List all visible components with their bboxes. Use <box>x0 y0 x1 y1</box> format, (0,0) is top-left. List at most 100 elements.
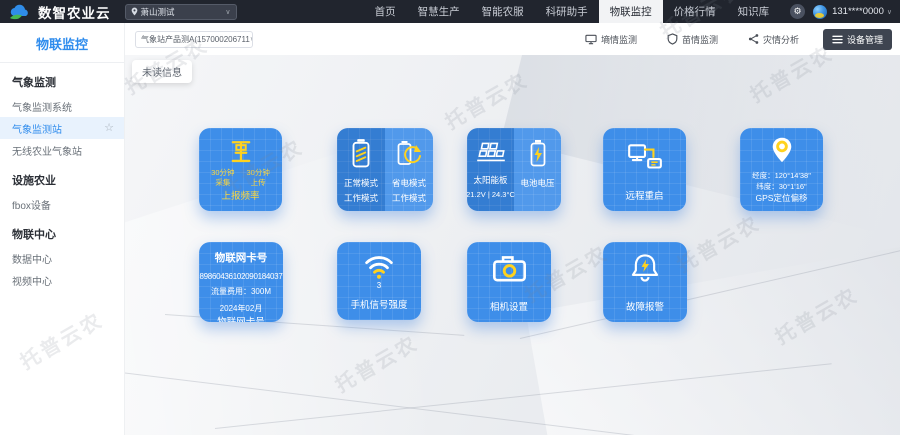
card-title: 故障报警 <box>626 299 664 313</box>
card-title: 手机信号强度 <box>350 297 407 311</box>
card-report-frequency[interactable]: 30分钟 采集 30分钟 上传 上报频率 <box>199 128 282 211</box>
mode-sub: 工作模式 <box>344 192 378 204</box>
app-title: 数智农业云 <box>38 2 111 22</box>
battery-voltage-label: 电池电压 <box>520 177 554 189</box>
upload-interval-value: 30分钟 <box>247 168 270 178</box>
solar-panel-value: 21.2V | 24.3°C <box>467 190 515 199</box>
card-gps-location[interactable]: 经度：120°14'38" 纬度：30°1'16" GPS定位偏移 <box>740 128 823 211</box>
device-management-button[interactable]: 设备管理 <box>823 29 892 50</box>
user-avatar[interactable] <box>813 5 827 19</box>
sidebar-title: 物联监控 <box>0 34 124 53</box>
seedling-monitoring-button[interactable]: 苗情监测 <box>661 30 724 49</box>
brand-logo-cloud-icon <box>8 3 32 20</box>
sidebar-item-data-center[interactable]: 数据中心 <box>0 247 124 269</box>
background-floor-line <box>125 370 641 435</box>
location-pin-icon <box>770 136 794 165</box>
battery-voltage-section[interactable]: 电池电压 <box>514 128 561 211</box>
soil-moisture-monitoring-button[interactable]: 墒情监测 <box>579 30 643 49</box>
card-title: 远程重启 <box>625 188 663 202</box>
monitor-icon <box>585 34 597 45</box>
mode-name: 省电模式 <box>392 177 426 189</box>
chevron-down-icon: ∨ <box>225 8 230 16</box>
sidebar-item-weather-station[interactable]: 气象监测站 ☆ <box>0 117 124 139</box>
user-menu-chevron-down-icon[interactable]: ∨ <box>887 8 892 16</box>
device-select[interactable]: 气象站产品测A(157000206711 ∨ <box>135 31 253 48</box>
share-analysis-icon <box>748 33 759 45</box>
sidebar-item-video-center[interactable]: 视频中心 <box>0 269 124 291</box>
solar-panel-section[interactable]: 太阳能板 21.2V | 24.3°C <box>467 128 514 211</box>
shield-icon <box>667 33 678 45</box>
battery-bolt-icon <box>529 138 547 168</box>
report-frequency-values: 30分钟 采集 30分钟 上传 <box>211 168 270 188</box>
sidebar-section-iot-center: 物联中心 <box>0 215 124 247</box>
nav-item-home[interactable]: 首页 <box>364 0 407 23</box>
battery-icon <box>350 138 372 168</box>
nav-item-research-assistant[interactable]: 科研助手 <box>535 0 599 23</box>
background-floor-line <box>215 363 832 429</box>
nav-item-iot-monitoring[interactable]: 物联监控 <box>599 0 663 23</box>
mode-name: 正常模式 <box>344 177 378 189</box>
sidebar-item-weather-system[interactable]: 气象监测系统 <box>0 95 124 117</box>
remote-computers-icon <box>626 142 664 174</box>
gear-icon: ⚙ <box>794 7 802 16</box>
nav-item-knowledge-base[interactable]: 知识库 <box>727 0 781 23</box>
settings-button[interactable]: ⚙ <box>790 4 805 19</box>
sidebar: 物联监控 气象监测 气象监测系统 气象监测站 ☆ 无线农业气象站 设施农业 fb… <box>0 23 125 435</box>
latitude-value: 纬度：30°1'16" <box>752 181 811 192</box>
nav-item-price-quotes[interactable]: 价格行情 <box>663 0 727 23</box>
weather-station-icon <box>226 137 256 165</box>
unread-messages-badge[interactable]: 未读信息 <box>132 60 192 83</box>
chevron-down-icon: ∨ <box>250 35 253 43</box>
solar-panel-icon <box>474 140 508 165</box>
longitude-value: 经度：120°14'38" <box>752 170 811 181</box>
card-title: 物联网卡号 <box>217 314 265 322</box>
disaster-analysis-button[interactable]: 灾情分析 <box>742 30 805 49</box>
card-title: 相机设置 <box>490 299 528 313</box>
card-power-status: 太阳能板 21.2V | 24.3°C 电池电压 <box>467 128 561 211</box>
gps-coordinates: 经度：120°14'38" 纬度：30°1'16" <box>752 170 811 192</box>
background-floor-line <box>520 235 900 339</box>
collect-interval-label: 采集 <box>215 178 230 188</box>
favorite-star-icon[interactable]: ☆ <box>104 123 114 134</box>
work-mode-eco[interactable]: 省电模式 工作模式 <box>385 128 433 211</box>
sidebar-item-wireless-weather-station[interactable]: 无线农业气象站 <box>0 139 124 161</box>
main-nav: 首页 智慧生产 智能农服 科研助手 物联监控 价格行情 知识库 <box>364 0 781 23</box>
solar-panel-label: 太阳能板 <box>473 174 507 186</box>
card-camera-settings[interactable]: 相机设置 <box>467 242 551 322</box>
location-select-value: 萧山测试 <box>141 6 175 18</box>
location-select[interactable]: 萧山测试 ∨ <box>125 4 237 20</box>
nav-item-smart-agri-service[interactable]: 智能农服 <box>471 0 535 23</box>
card-title: 上报频率 <box>221 188 259 202</box>
device-panel-canvas: 未读信息 30分钟 采集 30分钟 上传 上报频率 <box>125 55 900 435</box>
collect-interval-value: 30分钟 <box>211 168 234 178</box>
card-iot-sim[interactable]: 物联网卡号 89860436102090184037 流量费用：300M 202… <box>199 242 283 322</box>
device-select-value: 气象站产品测A(157000206711 <box>141 34 250 45</box>
card-fault-alarm[interactable]: 故障报警 <box>603 242 687 322</box>
battery-refresh-icon <box>396 138 423 168</box>
wifi-signal-icon <box>363 252 395 279</box>
camera-icon <box>492 254 527 283</box>
alarm-bell-icon <box>630 252 660 284</box>
upload-interval-label: 上传 <box>251 178 266 188</box>
toolbar-buttons: 墒情监测 苗情监测 灾情分析 <box>579 29 892 50</box>
menu-icon <box>832 35 843 44</box>
content-toolbar: 气象站产品测A(157000206711 ∨ 墒情监测 苗情监测 <box>125 23 900 55</box>
background-shape <box>526 240 900 435</box>
mode-sub: 工作模式 <box>392 192 426 204</box>
app-window: 数智农业云 萧山测试 ∨ 首页 智慧生产 智能农服 科研助手 物联监控 价格行情… <box>0 0 900 435</box>
data-usage: 流量费用：300M <box>211 286 271 297</box>
card-signal-strength[interactable]: 3 手机信号强度 <box>337 242 421 320</box>
signal-value: 3 <box>377 281 381 290</box>
sidebar-section-weather: 气象监测 <box>0 63 124 95</box>
top-navbar: 数智农业云 萧山测试 ∨ 首页 智慧生产 智能农服 科研助手 物联监控 价格行情… <box>0 0 900 23</box>
user-phone-number[interactable]: 131****0000 <box>832 6 884 17</box>
sidebar-section-facility-agriculture: 设施农业 <box>0 161 124 193</box>
card-remote-restart[interactable]: 远程重启 <box>603 128 686 211</box>
nav-item-smart-production[interactable]: 智慧生产 <box>407 0 471 23</box>
work-mode-normal[interactable]: 正常模式 工作模式 <box>337 128 385 211</box>
iot-card-number: 89860436102090184037 <box>200 272 283 281</box>
iot-card-title: 物联网卡号 <box>215 250 268 265</box>
map-pin-icon <box>131 7 138 16</box>
card-work-mode: 正常模式 工作模式 省电模式 工作模式 <box>337 128 433 211</box>
sidebar-item-fbox-device[interactable]: fbox设备 <box>0 193 124 215</box>
